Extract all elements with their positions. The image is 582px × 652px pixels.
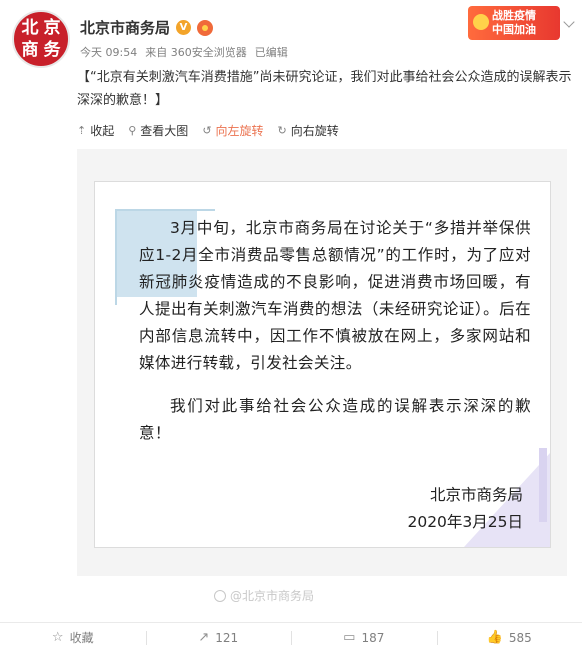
verified-badge-icon: V bbox=[176, 20, 192, 35]
repost-count: 121 bbox=[215, 630, 239, 645]
post-image[interactable]: 3月中旬，北京市商务局在讨论关于“多措并举保供应1-2月全市消费品零售总额情况”… bbox=[77, 149, 567, 576]
promo-line-2: 中国加油 bbox=[492, 23, 536, 36]
thumbs-up-icon: 👍 bbox=[486, 630, 503, 645]
avatar[interactable]: 北 京 商 务 bbox=[12, 10, 70, 68]
image-toolbar: ⇡ 收起 ⚲ 查看大图 ↺ 向左旋转 ↻ 向右旋转 bbox=[77, 122, 339, 139]
rotate-right-icon: ↻ bbox=[277, 124, 287, 137]
account-name[interactable]: 北京市商务局 bbox=[80, 17, 170, 38]
comment-icon: ▭ bbox=[343, 630, 356, 645]
comment-count: 187 bbox=[361, 630, 385, 645]
notice-date: 2020年3月25日 bbox=[407, 513, 523, 531]
magnifier-icon: ⚲ bbox=[128, 124, 137, 137]
view-large-button[interactable]: ⚲ 查看大图 bbox=[128, 122, 188, 139]
weibo-icon bbox=[214, 589, 226, 602]
notice-paragraph-1: 3月中旬，北京市商务局在讨论关于“多措并举保供应1-2月全市消费品零售总额情况”… bbox=[139, 219, 531, 372]
repost-button[interactable]: ↗ 121 bbox=[145, 623, 292, 652]
promo-banner[interactable]: 战胜疫情 中国加油 bbox=[468, 6, 560, 40]
image-watermark: @北京市商务局 bbox=[214, 587, 314, 604]
post-text: 【“北京有关刺激汽车消费措施”尚未研究论证，我们对此事给社会公众造成的误解表示深… bbox=[77, 70, 572, 108]
notice-body: 3月中旬，北京市商务局在讨论关于“多措并举保供应1-2月全市消费品零售总额情况”… bbox=[139, 215, 531, 447]
avatar-glyph: 务 bbox=[43, 40, 61, 60]
chevron-down-icon[interactable] bbox=[563, 16, 575, 28]
post-meta: 今天 09:54 来自 360安全浏览器 已编辑 bbox=[80, 44, 288, 60]
watermark-text: @北京市商务局 bbox=[230, 589, 315, 603]
rotate-left-icon: ↺ bbox=[202, 124, 212, 137]
notice-paragraph-2: 我们对此事给社会公众造成的误解表示深深的歉意！ bbox=[139, 397, 531, 442]
action-bar: ☆ 收藏 ↗ 121 ▭ 187 👍 585 bbox=[0, 623, 582, 652]
avatar-glyph: 北 bbox=[21, 18, 39, 38]
edited-label[interactable]: 已编辑 bbox=[255, 44, 288, 60]
notice-signature-block: 北京市商务局 2020年3月25日 bbox=[407, 482, 523, 536]
notice-card: 3月中旬，北京市商务局在讨论关于“多措并举保供应1-2月全市消费品零售总额情况”… bbox=[94, 181, 551, 548]
like-count: 585 bbox=[508, 630, 532, 645]
collapse-label: 收起 bbox=[90, 124, 115, 138]
medal-icon bbox=[197, 19, 214, 36]
promo-icon bbox=[473, 14, 489, 30]
post-source: 来自 360安全浏览器 bbox=[145, 46, 247, 59]
collapse-icon: ⇡ bbox=[77, 124, 87, 137]
post-timestamp[interactable]: 今天 09:54 bbox=[80, 44, 137, 60]
decor-purple-bar bbox=[539, 448, 547, 522]
favorite-label: 收藏 bbox=[69, 631, 94, 645]
avatar-seal: 北 京 商 务 bbox=[19, 17, 63, 61]
repost-icon: ↗ bbox=[198, 630, 210, 645]
rotate-left-label: 向左旋转 bbox=[215, 124, 264, 138]
collapse-button[interactable]: ⇡ 收起 bbox=[77, 122, 114, 139]
like-button[interactable]: 👍 585 bbox=[436, 623, 582, 652]
favorite-button[interactable]: ☆ 收藏 bbox=[0, 623, 146, 652]
rotate-left-button[interactable]: ↺ 向左旋转 bbox=[202, 122, 263, 139]
rotate-right-button[interactable]: ↻ 向右旋转 bbox=[278, 122, 339, 139]
star-icon: ☆ bbox=[51, 630, 64, 645]
view-large-label: 查看大图 bbox=[140, 124, 189, 138]
rotate-right-label: 向右旋转 bbox=[290, 124, 339, 138]
account-name-row: 北京市商务局 V bbox=[80, 17, 214, 38]
comment-button[interactable]: ▭ 187 bbox=[291, 623, 437, 652]
promo-line-1: 战胜疫情 bbox=[492, 9, 536, 22]
avatar-glyph: 京 bbox=[43, 18, 61, 38]
avatar-glyph: 商 bbox=[21, 40, 39, 60]
notice-signature: 北京市商务局 bbox=[429, 486, 523, 504]
